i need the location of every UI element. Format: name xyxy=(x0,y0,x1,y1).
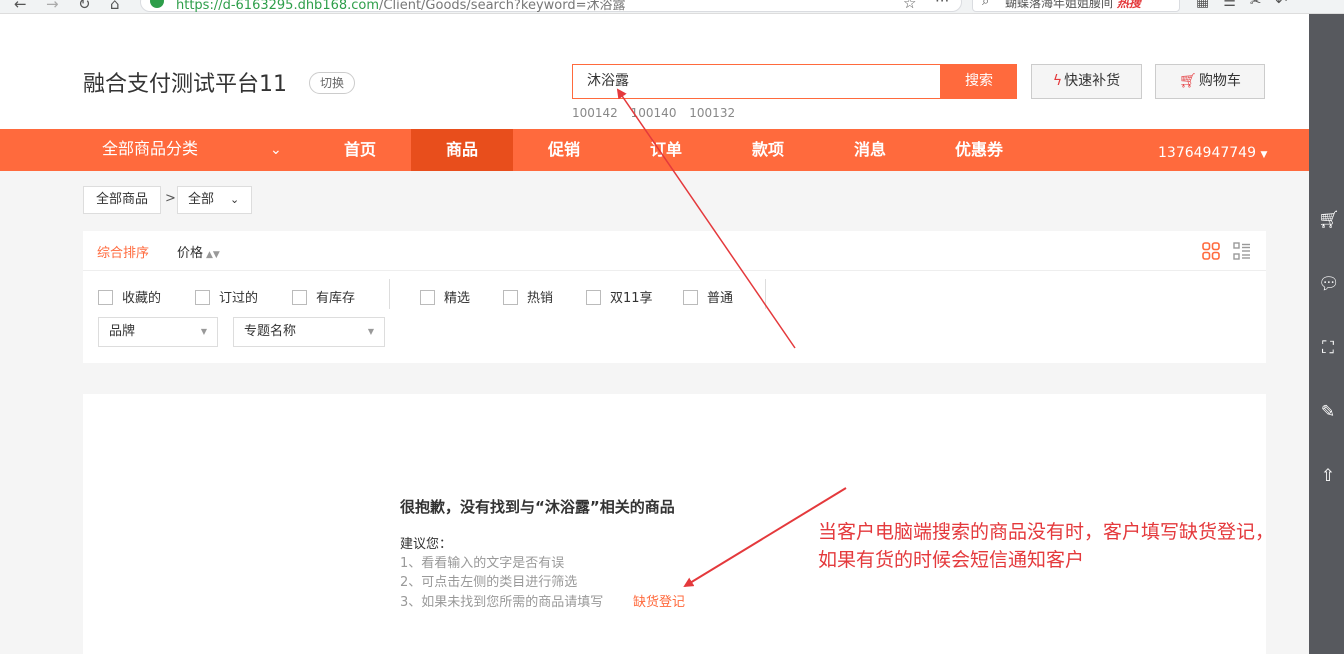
filter-hot-sale[interactable]: 热销 xyxy=(503,287,553,306)
home-icon[interactable]: ⌂ xyxy=(110,0,120,13)
forward-icon[interactable]: → xyxy=(46,0,59,13)
sort-bar: 综合排序 价格 ▲▼ xyxy=(83,231,1266,271)
browser-extension-icons[interactable]: ▦☰✂↶ xyxy=(1196,0,1301,10)
no-result-title: 很抱歉，没有找到与“沐浴露”相关的商品 xyxy=(400,498,675,516)
checkbox[interactable] xyxy=(195,290,210,305)
edit-icon[interactable]: ✎ xyxy=(1318,402,1338,422)
filter-normal[interactable]: 普通 xyxy=(683,287,733,306)
hot-words: 100142 100140 100132 xyxy=(572,106,744,120)
chevron-down-icon: ⌄ xyxy=(230,193,240,206)
cart-button[interactable]: 🛒︎ 购物车 xyxy=(1155,64,1265,99)
search-input[interactable]: 沐浴露 xyxy=(572,64,941,99)
cart-icon: 🛒︎ xyxy=(1179,73,1197,89)
back-icon[interactable]: ← xyxy=(14,0,27,13)
browser-toolbar: ← → ↻ ⌂ https://d-6163295.dhb168.com/Cli… xyxy=(0,0,1344,14)
caret-down-icon: ▼ xyxy=(200,327,207,336)
filter-favorites[interactable]: 收藏的 xyxy=(98,287,161,306)
reload-icon[interactable]: ↻ xyxy=(78,0,91,13)
scan-icon[interactable]: ⛶ xyxy=(1318,338,1338,358)
suggestion-item: 1、看看输入的文字是否有误 xyxy=(400,556,565,571)
filter-double11[interactable]: 双11享 xyxy=(586,287,653,306)
sort-arrows-icon: ▲▼ xyxy=(206,250,220,260)
grid-view-icon[interactable] xyxy=(1202,242,1220,260)
checkbox[interactable] xyxy=(683,290,698,305)
topic-select[interactable]: 专题名称 ▼ xyxy=(233,317,385,347)
filter-in-stock[interactable]: 有库存 xyxy=(292,287,355,306)
filter-ordered[interactable]: 订过的 xyxy=(195,287,258,306)
more-icon[interactable]: ··· xyxy=(935,0,949,10)
annotation-text: 当客户电脑端搜索的商品没有时，客户填写缺货登记， 如果有货的时候会短信通知客户 xyxy=(818,521,1275,571)
hot-word[interactable]: 100140 xyxy=(631,106,677,120)
nav-payments[interactable]: 款项 xyxy=(717,129,819,171)
main-nav: 全部商品分类 ⌄ 首页 商品 促销 订单 款项 消息 优惠券 137649477… xyxy=(0,129,1309,171)
suggest-heading: 建议您： xyxy=(400,537,453,552)
breadcrumb-category-select[interactable]: 全部 ⌄ xyxy=(177,186,252,214)
sort-default[interactable]: 综合排序 xyxy=(97,242,149,261)
suggestion-item: 2、可点击左侧的类目进行筛选 xyxy=(400,575,578,590)
sort-price[interactable]: 价格 ▲▼ xyxy=(177,242,220,261)
list-view-icon[interactable] xyxy=(1233,242,1251,260)
switch-button[interactable]: 切换 xyxy=(309,72,355,94)
cart-icon[interactable]: 🛒︎ xyxy=(1318,210,1340,230)
message-icon[interactable]: 💬︎ xyxy=(1318,274,1340,294)
divider xyxy=(765,279,766,309)
bookmark-star-icon[interactable]: ☆ xyxy=(903,0,916,12)
chevron-down-icon[interactable]: ⌄ xyxy=(270,129,282,171)
caret-down-icon: ▼ xyxy=(367,327,374,336)
brand-select[interactable]: 品牌 ▼ xyxy=(98,317,218,347)
hot-word[interactable]: 100142 xyxy=(572,106,618,120)
filter-featured[interactable]: 精选 xyxy=(420,287,470,306)
checkbox[interactable] xyxy=(292,290,307,305)
divider xyxy=(389,279,390,309)
all-categories[interactable]: 全部商品分类 xyxy=(102,129,198,171)
quick-restock-button[interactable]: ϟ 快速补货 xyxy=(1031,64,1142,99)
nav-coupons[interactable]: 优惠券 xyxy=(928,129,1030,171)
breadcrumb-all-goods[interactable]: 全部商品 xyxy=(83,186,161,214)
search-button[interactable]: 搜索 xyxy=(941,64,1017,99)
out-of-stock-register-link[interactable]: 缺货登记 xyxy=(633,591,685,610)
brand-title: 融合支付测试平台11 xyxy=(83,72,287,97)
breadcrumb-separator: > xyxy=(165,191,176,206)
suggestion-item: 3、如果未找到您所需的商品请填写 xyxy=(400,595,604,610)
search-icon: ⌕ xyxy=(982,0,990,9)
checkbox[interactable] xyxy=(98,290,113,305)
address-url[interactable]: https://d-6163295.dhb168.com/Client/Good… xyxy=(176,0,626,13)
right-sidebar: 🛒︎ 💬︎ ⛶ ✎ ⇧ xyxy=(1309,14,1344,654)
lightning-icon: ϟ xyxy=(1052,73,1063,89)
checkbox[interactable] xyxy=(503,290,518,305)
browser-search-text[interactable]: 蝴蝶落海年姐姐腰间 热搜 xyxy=(1005,0,1141,11)
nav-goods[interactable]: 商品 xyxy=(411,129,513,171)
filter-panel: 综合排序 价格 ▲▼ 收藏的 订过的 有库存 精选 热销 双11享 普通 品牌 ▼ … xyxy=(83,231,1266,363)
hot-word[interactable]: 100132 xyxy=(689,106,735,120)
caret-down-icon: ▼ xyxy=(1260,150,1268,160)
nav-promotion[interactable]: 促销 xyxy=(513,129,615,171)
checkbox[interactable] xyxy=(420,290,435,305)
nav-home[interactable]: 首页 xyxy=(309,129,411,171)
checkbox[interactable] xyxy=(586,290,601,305)
nav-orders[interactable]: 订单 xyxy=(615,129,717,171)
nav-messages[interactable]: 消息 xyxy=(819,129,921,171)
back-to-top-icon[interactable]: ⇧ xyxy=(1318,466,1338,486)
